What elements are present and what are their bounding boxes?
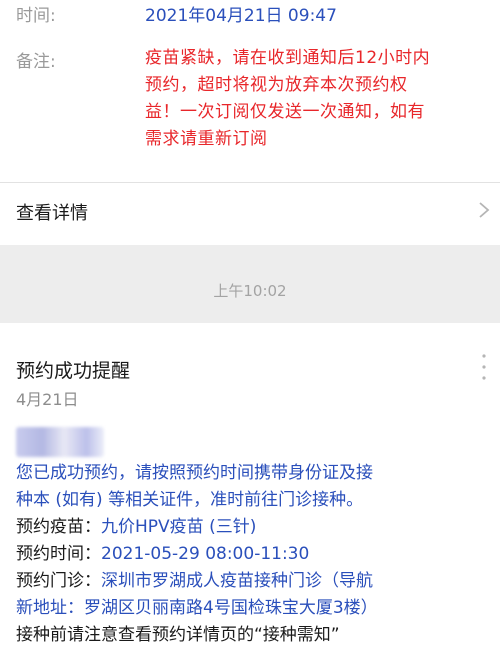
- remark-line: 疫苗紧缺，请在收到通知后12小时内: [145, 48, 431, 68]
- remark-line: 益！一次订阅仅发送一次通知，如有: [145, 102, 425, 122]
- more-vertical-icon[interactable]: [476, 352, 492, 382]
- chevron-right-icon[interactable]: [474, 200, 494, 220]
- intro-line: 您已成功预约，请按照预约时间携带身份证及接: [16, 463, 373, 483]
- clinic-row: 预约门诊：深圳市罗湖成人疫苗接种门诊（导航: [16, 568, 486, 595]
- remark-line: 需求请重新订阅: [145, 129, 268, 149]
- divider: [0, 182, 500, 183]
- reminder-title: 预约成功提醒: [16, 360, 131, 382]
- vaccine-label: 预约疫苗：: [16, 517, 101, 537]
- vaccine-value: 九价HPV疫苗 (三针): [101, 517, 257, 537]
- message-timestamp: 上午10:02: [213, 282, 287, 300]
- clinic-value: 深圳市罗湖成人疫苗接种门诊（导航: [101, 571, 373, 591]
- intro-line: 种本 (如有) 等相关证件，准时前往门诊接种。: [16, 490, 364, 510]
- remark-line: 预约，超时将视为放弃本次预约权: [145, 75, 408, 95]
- time-label: 时间:: [16, 6, 56, 26]
- reminder-date: 4月21日: [16, 390, 79, 409]
- remark-label: 备注:: [16, 52, 56, 72]
- blurred-avatar: [16, 427, 104, 457]
- remark-text: 疫苗紧缺，请在收到通知后12小时内 预约，超时将视为放弃本次预约权 益！一次订阅…: [145, 45, 490, 153]
- notification-card: 时间: 2021年04月21日 09:47 备注: 疫苗紧缺，请在收到通知后12…: [0, 0, 500, 245]
- vaccine-row: 预约疫苗：九价HPV疫苗 (三针): [16, 514, 486, 541]
- time-value: 2021年04月21日 09:47: [145, 6, 337, 26]
- address-line: 新地址：罗湖区贝丽南路4号国检珠宝大厦3楼）: [16, 598, 378, 618]
- view-details-link[interactable]: 查看详情: [16, 199, 88, 225]
- reminder-body: 您已成功预约，请按照预约时间携带身份证及接 种本 (如有) 等相关证件，准时前往…: [16, 460, 486, 649]
- appointment-time-row: 预约时间：2021-05-29 08:00-11:30: [16, 541, 486, 568]
- appointment-reminder-card: 预约成功提醒 4月21日 您已成功预约，请按照预约时间携带身份证及接 种本 (如…: [0, 323, 500, 667]
- clinic-label: 预约门诊：: [16, 571, 101, 591]
- appointment-time-label: 预约时间：: [16, 544, 101, 564]
- footer-line: 接种前请注意查看预约详情页的“接种需知”: [16, 625, 340, 645]
- appointment-time-value: 2021-05-29 08:00-11:30: [101, 544, 310, 564]
